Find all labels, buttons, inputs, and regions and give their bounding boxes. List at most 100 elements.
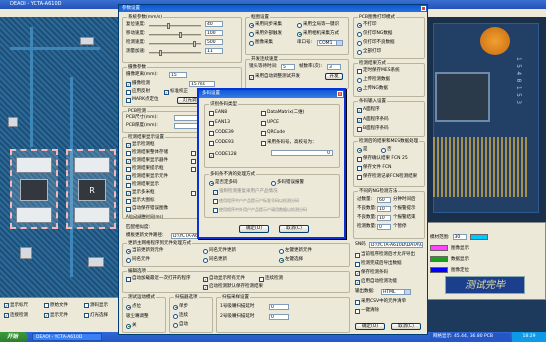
mark-check[interactable]: MARK点定位 bbox=[126, 97, 159, 103]
scan-distance-input[interactable]: 15 bbox=[169, 72, 187, 78]
multi-code-check[interactable]: 使用程序中外用户产品提示户请用数据以检测分码 bbox=[213, 207, 307, 213]
close-icon[interactable]: × bbox=[337, 91, 343, 97]
modal-cancel-button[interactable]: 取消(C) bbox=[279, 225, 309, 233]
speed-slider[interactable] bbox=[149, 50, 201, 56]
sn-path-input[interactable]: D:\YCTA-A610D\DATA\CSV bbox=[369, 242, 423, 248]
display-check[interactable]: ✓ 显示多米框 bbox=[126, 190, 155, 196]
display-check[interactable]: 显示大图标 bbox=[126, 198, 155, 204]
display-check[interactable]: ✓ 检测结果显示元件 bbox=[126, 174, 168, 180]
frame-radio[interactable]: 采用全局等一键识 bbox=[297, 22, 339, 28]
ng-input[interactable]: 60 bbox=[377, 197, 391, 203]
output-select[interactable]: HTML bbox=[381, 289, 411, 295]
print-radio[interactable]: 不打印 bbox=[357, 22, 377, 28]
color-swatch[interactable] bbox=[430, 245, 448, 251]
modal-ok-button[interactable]: 确定(O) bbox=[239, 225, 269, 233]
reflect-check[interactable]: 应用反射 bbox=[126, 89, 150, 95]
edit-check[interactable]: 自动加载最近一次打开的程序 bbox=[126, 276, 191, 282]
update-radio[interactable]: 左键更新元件 bbox=[279, 248, 312, 254]
update-radio[interactable]: 左键选择 bbox=[279, 257, 303, 263]
color-swatch[interactable] bbox=[430, 267, 448, 273]
scan-mode-check[interactable]: ✓ 摄像检测 bbox=[126, 81, 150, 87]
export-check[interactable]: 检测完成后导出数据 bbox=[355, 261, 402, 267]
code-type-check[interactable]: QRCode bbox=[261, 130, 285, 136]
color-swatch[interactable] bbox=[430, 256, 448, 262]
start-button[interactable]: 开始 bbox=[0, 332, 28, 342]
mes-data-radio[interactable]: 否 bbox=[381, 147, 392, 153]
update-radio[interactable]: 同名元件 bbox=[126, 257, 150, 263]
mes-check[interactable]: 定时保存MES系统 bbox=[357, 68, 400, 74]
pcb-view-right[interactable]: 1 5 4 0 1 5 3 bbox=[425, 17, 546, 222]
ok-button[interactable]: 确定(O) bbox=[355, 323, 385, 330]
display-check[interactable]: 检测结果整体存储 bbox=[126, 150, 168, 156]
scan-method-radio[interactable]: 连续 bbox=[173, 313, 188, 319]
code-type-check[interactable]: CODE39 bbox=[209, 130, 234, 136]
update-radio[interactable]: 同名元件更新 bbox=[203, 248, 236, 254]
ng-input[interactable]: 10 bbox=[377, 206, 391, 212]
cancel-button[interactable]: 取消(C) bbox=[391, 323, 421, 330]
mes-data-radio[interactable]: 是 bbox=[357, 147, 368, 153]
export-check[interactable]: 当前程序检测后才允许导出 bbox=[355, 252, 415, 258]
cont-input[interactable]: 5 bbox=[281, 64, 295, 70]
ng-input[interactable]: 10 bbox=[377, 215, 391, 221]
multi-code-radio[interactable]: 是否定多码 bbox=[209, 180, 238, 186]
calib-check[interactable]: ✓ 标准校正 bbox=[164, 89, 188, 95]
scan-mode-input[interactable]: 15 ms bbox=[189, 81, 215, 87]
cont-side-button[interactable]: 开发 bbox=[325, 73, 343, 80]
speed-input[interactable]: 500 bbox=[205, 39, 223, 45]
final-check[interactable]: 采用CSV中的元件清单 bbox=[355, 299, 406, 305]
color-swatch[interactable] bbox=[469, 234, 488, 240]
sample-input[interactable]: 0 bbox=[269, 314, 289, 320]
mes-data-check[interactable]: 保存检测记录FCN检测结果 bbox=[357, 174, 417, 180]
print-radio[interactable]: 仅打印不良数据 bbox=[357, 40, 395, 46]
display-check[interactable]: ✓ 显示检测框 bbox=[126, 142, 155, 148]
print-radio[interactable]: 仅打印NG数据 bbox=[357, 31, 392, 37]
update-radio[interactable]: 同名更新 bbox=[203, 257, 227, 263]
code-type-check[interactable]: CODE93 bbox=[209, 140, 234, 146]
close-icon[interactable] bbox=[421, 6, 426, 11]
mes-radio[interactable]: 上传NG数据 bbox=[357, 86, 388, 92]
multi-code-check[interactable]: 使用程序中户产品提示户标准号码以检测分码 bbox=[213, 198, 299, 204]
cont-check[interactable]: ✓ 采用自动调整测试开发 bbox=[249, 74, 300, 80]
frame-radio[interactable]: 采用相机采集方式 bbox=[297, 31, 339, 37]
com-select[interactable]: COM1 bbox=[317, 40, 343, 46]
barcode-check[interactable]: ✓ A面程序条码 bbox=[357, 117, 389, 123]
frame-radio[interactable]: 采用同步采集 bbox=[249, 22, 282, 28]
display-check[interactable]: 自动保存错误图像 bbox=[126, 206, 168, 212]
code-type-check[interactable]: EAN8 bbox=[209, 110, 227, 116]
edit-check[interactable]: ✓ 启动检测默认保存检测结果 bbox=[203, 284, 263, 290]
speed-input[interactable]: 100 bbox=[205, 30, 223, 36]
mes-data-check[interactable]: 保存文件 FCN bbox=[357, 165, 392, 171]
code-type-check[interactable]: ✓ CODE128 bbox=[209, 152, 237, 158]
edit-check[interactable]: ✓ 自动显示所有元件 bbox=[203, 276, 245, 282]
test-mode-radio[interactable]: 点位 bbox=[126, 304, 141, 310]
print-radio[interactable]: 全部打印 bbox=[357, 49, 381, 55]
display-check[interactable]: 检测结果提示框 bbox=[126, 166, 164, 172]
code-type-check[interactable]: EAN13 bbox=[209, 120, 230, 126]
speed-slider[interactable] bbox=[149, 41, 201, 47]
code-length-check[interactable]: 采用条码号，高校号为： bbox=[261, 140, 317, 146]
code-type-check[interactable]: UPCE bbox=[261, 120, 279, 126]
ng-input[interactable]: 0 bbox=[377, 224, 391, 230]
mes-data-check[interactable]: 保存确认结果 FCN 25 bbox=[357, 156, 408, 162]
sample-input[interactable]: 0 bbox=[269, 304, 289, 310]
nozzle-radio[interactable]: 关 bbox=[126, 323, 137, 329]
barcode-check[interactable]: ✓ A面程序 bbox=[357, 107, 380, 113]
view-check[interactable]: ✓ 显示元件 bbox=[44, 312, 68, 318]
pcb-view-left[interactable]: R bbox=[0, 17, 120, 297]
component-box[interactable] bbox=[10, 149, 58, 229]
frame-radio[interactable]: 图像采集 bbox=[249, 40, 273, 46]
code-length-input[interactable]: 0 bbox=[271, 150, 333, 156]
scan-method-radio[interactable]: 单步 bbox=[173, 304, 188, 310]
view-check[interactable]: 灯光选择 bbox=[84, 312, 108, 318]
multi-code-check[interactable]: ✓ 强制检测重复采用户产品情况 bbox=[213, 189, 278, 195]
rp-input[interactable]: 30 bbox=[452, 234, 467, 240]
view-check[interactable]: ✓ 连接检测 bbox=[4, 312, 28, 318]
frame-radio[interactable]: 采用外部触发 bbox=[249, 31, 282, 37]
edit-side-check[interactable]: 连续检测 bbox=[259, 276, 283, 282]
export-check[interactable]: ✓ 启用自动检测功能 bbox=[355, 279, 397, 285]
speed-input[interactable]: 40 bbox=[205, 21, 223, 27]
cont-input[interactable]: 3 bbox=[327, 64, 341, 70]
view-check[interactable]: ✓ 显示标尺 bbox=[4, 302, 28, 308]
component-box[interactable]: R bbox=[66, 149, 116, 229]
view-check[interactable]: 原始文件 bbox=[44, 302, 68, 308]
